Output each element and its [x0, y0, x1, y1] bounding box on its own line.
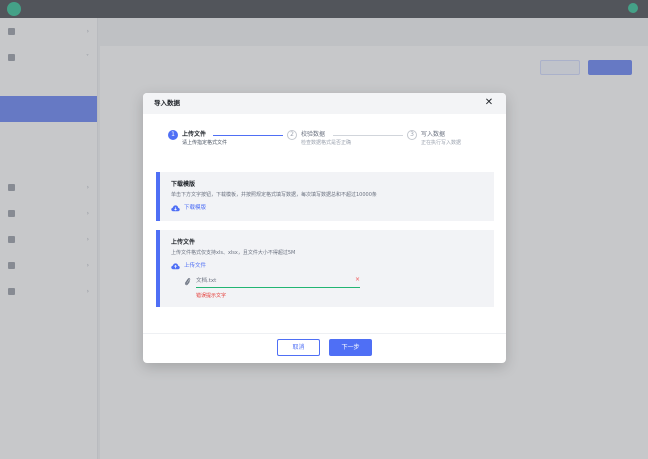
cancel-button[interactable]: 取消: [277, 339, 320, 356]
step-title: 校验数据: [301, 131, 326, 138]
cloud-upload-icon: [171, 262, 180, 269]
step-title: 上传文件: [182, 131, 207, 138]
section-description: 上传文件格式仅支持xls、xlsx，且文件大小不得超过5M: [171, 250, 296, 256]
error-message: 错误提示文字: [196, 293, 227, 299]
modal-title: 导入数据: [154, 99, 180, 107]
paperclip-icon: [184, 277, 191, 286]
section-title: 上传文件: [171, 239, 196, 246]
stepper: 1 上传文件 请上传指定格式文件 2 校验数据 检查数据格式是否正确 3 写入数…: [143, 114, 506, 156]
upload-file-label: 上传文件: [184, 263, 207, 269]
step-connector: [213, 135, 283, 136]
remove-file-icon[interactable]: ×: [355, 276, 360, 284]
step-title: 写入数据: [421, 131, 446, 138]
close-icon[interactable]: ✕: [483, 97, 495, 109]
step-description: 请上传指定格式文件: [182, 140, 228, 146]
file-progress-line: [196, 287, 360, 288]
step-number: 1: [168, 130, 178, 140]
footer-divider: [143, 333, 506, 334]
step-number: 2: [287, 130, 297, 140]
step-connector: [333, 135, 403, 136]
download-template-label: 下载模版: [184, 205, 207, 211]
section-title: 下载模版: [171, 181, 196, 188]
modal-header: 导入数据 ✕: [143, 93, 506, 114]
uploaded-file-row: 文档.txt ×: [184, 276, 360, 288]
section-description: 单击下方文字按钮，下载模板，并按照规定格式填写数据，每次填写数据总和不超过100…: [171, 192, 377, 198]
download-template-section: 下载模版 单击下方文字按钮，下载模板，并按照规定格式填写数据，每次填写数据总和不…: [156, 172, 494, 221]
import-data-modal: 导入数据 ✕ 1 上传文件 请上传指定格式文件 2 校验数据 检查数据格式是否正…: [143, 93, 506, 363]
step-description: 正在执行写入数据: [421, 140, 462, 146]
step-number: 3: [407, 130, 417, 140]
next-step-button[interactable]: 下一步: [329, 339, 372, 356]
download-template-link[interactable]: 下载模版: [171, 204, 206, 212]
upload-file-link[interactable]: 上传文件: [171, 262, 206, 270]
file-name: 文档.txt: [196, 278, 217, 284]
cloud-download-icon: [171, 204, 180, 211]
step-description: 检查数据格式是否正确: [301, 140, 352, 146]
upload-file-section: 上传文件 上传文件格式仅支持xls、xlsx，且文件大小不得超过5M 上传文件 …: [156, 230, 494, 307]
